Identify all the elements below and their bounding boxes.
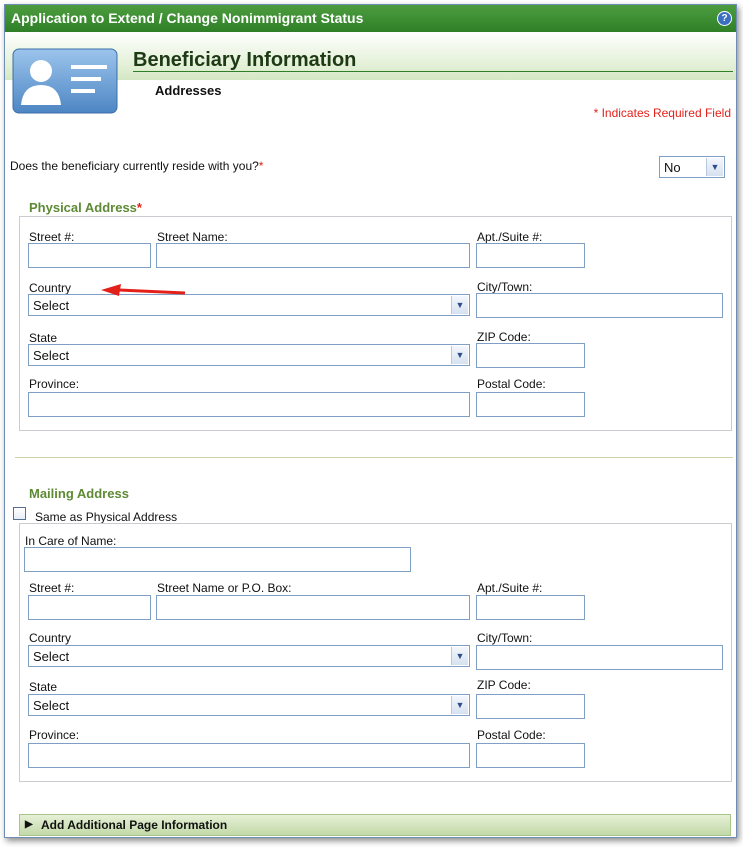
beneficiary-avatar-icon [12,48,118,114]
same-as-physical-checkbox[interactable] [13,507,26,520]
zip-code-label: ZIP Code: [477,330,531,344]
province-label: Province: [29,728,80,742]
street-num-label: Street #: [29,581,75,595]
physical-address-title: Physical Address [29,200,137,215]
postal-code-label: Postal Code: [477,377,546,391]
physical-address-legend: Physical Address* [29,200,142,215]
triangle-right-icon: ▶ [25,819,33,830]
street-name-input[interactable] [156,243,470,268]
help-icon[interactable]: ? [717,11,732,26]
apt-suite-label: Apt./Suite #: [477,230,543,244]
page-heading: Beneficiary Information [133,49,357,71]
province-input[interactable] [28,392,470,417]
care-of-name-label: In Care of Name: [25,534,117,548]
country-label: Country [29,281,72,295]
state-select[interactable]: Select ▼ [28,344,470,366]
country-select-value: Select [33,649,70,664]
chevron-down-icon[interactable]: ▼ [451,647,468,665]
reside-select-value: No [664,160,681,175]
add-additional-info-label: Add Additional Page Information [41,818,228,832]
street-num-input[interactable] [28,595,151,620]
postal-code-label: Postal Code: [477,728,546,742]
zip-code-input[interactable] [476,343,585,368]
city-town-label: City/Town: [477,631,533,645]
country-select[interactable]: Select ▼ [28,294,470,316]
section-divider [15,457,733,458]
apt-suite-label: Apt./Suite #: [477,581,543,595]
state-label: State [29,331,58,345]
reside-question-label: Does the beneficiary currently reside wi… [10,159,259,173]
street-num-label: Street #: [29,230,75,244]
page-subheading: Addresses [155,83,222,98]
province-input[interactable] [28,743,470,768]
same-as-physical-label: Same as Physical Address [35,510,178,524]
chevron-down-icon[interactable]: ▼ [451,696,468,714]
application-window: Application to Extend / Change Nonimmigr… [4,4,737,838]
city-town-input[interactable] [476,645,723,670]
required-mark: * [136,200,142,215]
country-label: Country [29,631,72,645]
apt-suite-input[interactable] [476,595,585,620]
province-label: Province: [29,377,80,391]
required-mark: * [258,159,264,173]
street-name-input[interactable] [156,595,470,620]
city-town-input[interactable] [476,293,723,318]
required-field-note: * Indicates Required Field [593,106,731,120]
state-label: State [29,680,58,694]
zip-code-label: ZIP Code: [477,678,531,692]
window-title: Application to Extend / Change Nonimmigr… [11,10,364,26]
title-bar: Application to Extend / Change Nonimmigr… [5,5,736,32]
state-select-value: Select [33,698,70,713]
street-name-label: Street Name: [157,230,228,244]
street-num-input[interactable] [28,243,151,268]
country-select[interactable]: Select ▼ [28,645,470,667]
postal-code-input[interactable] [476,743,585,768]
red-arrow-annotation [101,284,186,296]
reside-question: Does the beneficiary currently reside wi… [10,159,263,173]
heading-rule [133,71,733,72]
chevron-down-icon[interactable]: ▼ [451,346,468,364]
state-select[interactable]: Select ▼ [28,694,470,716]
zip-code-input[interactable] [476,694,585,719]
apt-suite-input[interactable] [476,243,585,268]
chevron-down-icon[interactable]: ▼ [706,158,723,176]
add-additional-info-expander[interactable]: ▶ Add Additional Page Information [19,814,731,836]
city-town-label: City/Town: [477,280,533,294]
reside-select[interactable]: No ▼ [659,156,725,178]
street-name-label: Street Name or P.O. Box: [157,581,292,595]
mailing-address-legend: Mailing Address [29,486,129,501]
country-select-value: Select [33,298,70,313]
chevron-down-icon[interactable]: ▼ [451,296,468,314]
postal-code-input[interactable] [476,392,585,417]
care-of-name-input[interactable] [24,547,411,572]
state-select-value: Select [33,348,70,363]
